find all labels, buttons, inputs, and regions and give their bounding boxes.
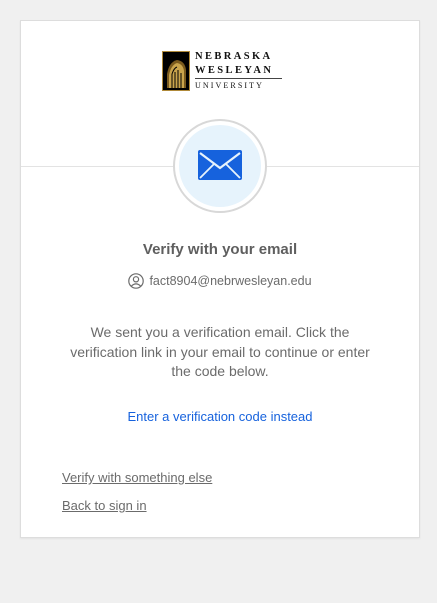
logo-text-line2: WESLEYAN (195, 65, 274, 76)
logo-text-line3: UNIVERSITY (195, 81, 264, 90)
verify-something-else-link[interactable]: Verify with something else (62, 470, 212, 485)
logo-rule (195, 78, 282, 79)
user-email: fact8904@nebrwesleyan.edu (149, 274, 312, 288)
badge-background (179, 125, 261, 207)
user-circle-icon (128, 273, 145, 289)
authenticator-badge (173, 119, 267, 213)
mail-icon (198, 150, 242, 180)
back-to-sign-in-link[interactable]: Back to sign in (62, 498, 147, 513)
enter-code-link[interactable]: Enter a verification code instead (21, 409, 419, 424)
university-logo: NEBRASKA WESLEYAN UNIVERSITY (162, 51, 282, 91)
verification-card: NEBRASKA WESLEYAN UNIVERSITY Verify with… (20, 20, 420, 538)
logo-emblem-icon (162, 51, 190, 91)
page-title: Verify with your email (142, 241, 298, 258)
logo-text-line1: NEBRASKA (195, 51, 273, 62)
instructions-text: We sent you a verification email. Click … (70, 324, 370, 379)
user-identifier: fact8904@nebrwesleyan.edu (21, 273, 419, 289)
